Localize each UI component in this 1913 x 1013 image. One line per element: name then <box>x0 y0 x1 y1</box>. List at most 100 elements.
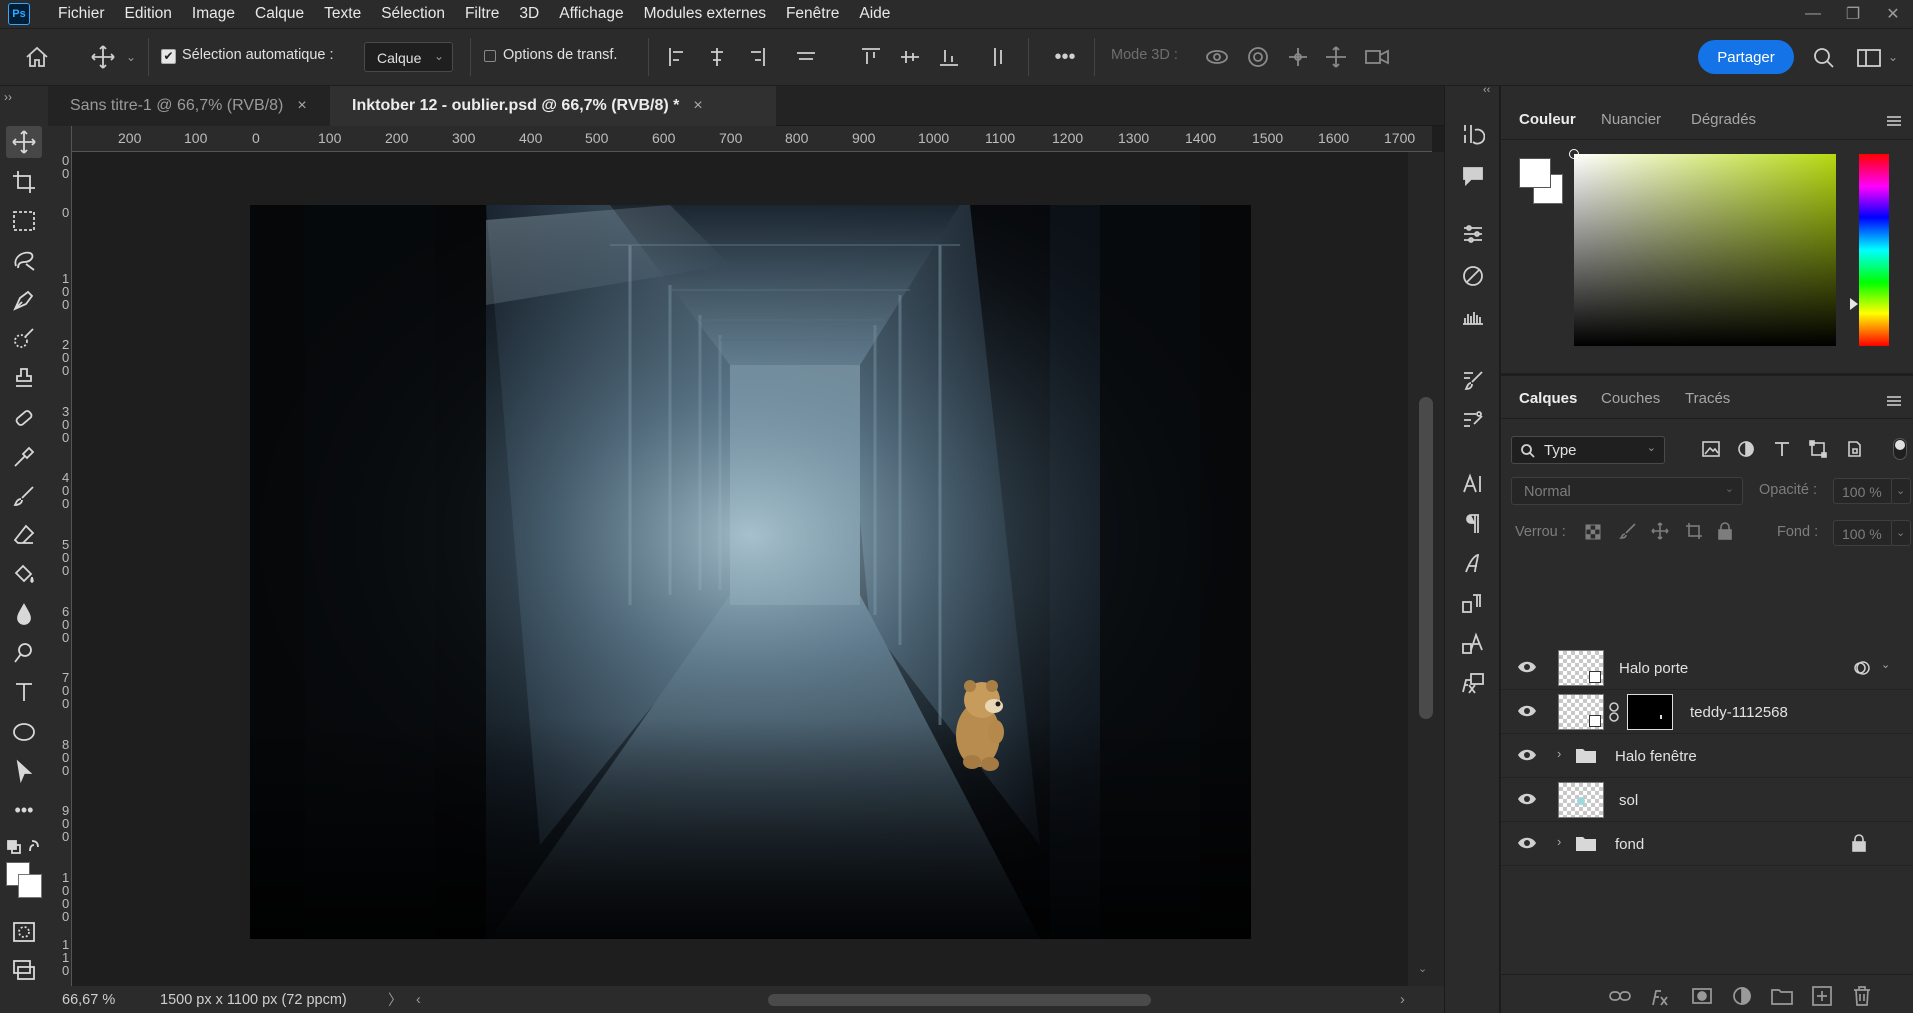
tab-couleur[interactable]: Couleur <box>1519 111 1576 128</box>
close-button[interactable]: ✕ <box>1873 0 1913 28</box>
layer-row-fond[interactable]: › fond <box>1501 822 1913 866</box>
layer-row-halo-porte[interactable]: Halo porte ⌄ <box>1501 646 1913 690</box>
fill-chevron-icon[interactable]: ⌄ <box>1891 520 1911 546</box>
vertical-scrollbar-thumb[interactable] <box>1419 397 1433 719</box>
align-top-icon[interactable] <box>858 44 884 70</box>
lasso-tool-icon[interactable] <box>6 244 42 276</box>
scroll-left-icon[interactable]: ‹ <box>416 992 421 1008</box>
align-vcenter-icon[interactable] <box>897 44 923 70</box>
layer-row-halo-fenetre[interactable]: › Halo fenêtre <box>1501 734 1913 778</box>
new-layer-icon[interactable] <box>1811 985 1833 1007</box>
quick-mask-icon[interactable] <box>6 916 42 948</box>
scale-3d-icon[interactable] <box>1362 44 1392 70</box>
canvas-area[interactable] <box>72 152 1408 986</box>
tab-nuancier[interactable]: Nuancier <box>1601 111 1661 128</box>
opacity-chevron-icon[interactable]: ⌄ <box>1891 478 1911 504</box>
layer-effects-expand-icon[interactable]: ⌄ <box>1881 658 1890 671</box>
brush-tool-icon[interactable] <box>6 480 42 512</box>
auto-select-checkbox[interactable]: ✔ <box>161 49 176 64</box>
move-tool-icon[interactable] <box>86 40 120 74</box>
move-tool-icon[interactable] <box>6 126 42 158</box>
link-layers-icon[interactable] <box>1609 985 1631 1007</box>
layer-name[interactable]: Halo fenêtre <box>1615 748 1697 765</box>
filter-adjustment-icon[interactable] <box>1737 440 1755 458</box>
filter-toggle[interactable] <box>1893 438 1907 460</box>
layer-mask-thumbnail[interactable] <box>1627 694 1673 730</box>
slide-3d-icon[interactable] <box>1322 44 1350 70</box>
hue-slider[interactable] <box>1859 154 1889 346</box>
group-expand-chevron-icon[interactable]: › <box>1557 834 1561 849</box>
hue-slider-marker[interactable] <box>1850 298 1858 310</box>
new-group-icon[interactable] <box>1771 985 1793 1007</box>
menu-fenetre[interactable]: Fenêtre <box>776 0 849 28</box>
add-layer-style-fx-icon[interactable] <box>1651 985 1673 1007</box>
paint-bucket-tool-icon[interactable] <box>6 558 42 590</box>
eye-icon[interactable] <box>1517 792 1537 806</box>
lock-pixels-icon[interactable] <box>1619 522 1637 540</box>
add-mask-icon[interactable] <box>1691 985 1713 1007</box>
layer-row-teddy[interactable]: teddy-1112568 <box>1501 690 1913 734</box>
align-left-icon[interactable] <box>665 44 691 70</box>
menu-image[interactable]: Image <box>182 0 245 28</box>
search-icon[interactable] <box>1810 44 1838 72</box>
mask-link-icon[interactable] <box>1609 702 1619 722</box>
filter-shape-icon[interactable] <box>1809 440 1827 458</box>
eraser-tool-icon[interactable] <box>6 519 42 551</box>
crop-tool-icon[interactable] <box>6 166 42 198</box>
document-canvas[interactable] <box>250 205 1251 939</box>
menu-3d[interactable]: 3D <box>509 0 549 28</box>
transform-controls-checkbox[interactable] <box>484 50 496 62</box>
quick-selection-tool-icon[interactable] <box>6 323 42 355</box>
eyedropper-tool-icon[interactable] <box>6 441 42 473</box>
tab-couches[interactable]: Couches <box>1601 390 1660 407</box>
menu-aide[interactable]: Aide <box>849 0 900 28</box>
menu-texte[interactable]: Texte <box>314 0 371 28</box>
layer-styles-fx-icon[interactable] <box>1457 668 1489 700</box>
lock-position-icon[interactable] <box>1651 522 1669 540</box>
tab-traces[interactable]: Tracés <box>1685 390 1730 407</box>
workspace-icon[interactable] <box>1854 44 1884 72</box>
auto-select-target-dropdown[interactable]: Calque ⌄ <box>364 42 453 72</box>
background-color-swatch[interactable] <box>18 874 42 898</box>
fill-field[interactable]: 100 % <box>1833 520 1893 546</box>
layer-name[interactable]: sol <box>1619 792 1638 809</box>
tab-sans-titre-1[interactable]: Sans titre-1 @ 66,7% (RVB/8) × <box>48 86 330 126</box>
adjustments-icon[interactable] <box>1457 260 1489 292</box>
tool-preset-chevron-icon[interactable]: ⌄ <box>124 50 138 64</box>
layer-effects-icon[interactable] <box>1853 659 1871 677</box>
eye-icon[interactable] <box>1517 660 1537 674</box>
eye-icon[interactable] <box>1517 748 1537 762</box>
menu-selection[interactable]: Sélection <box>371 0 455 28</box>
layer-row-sol[interactable]: sol <box>1501 778 1913 822</box>
healing-brush-tool-icon[interactable] <box>6 402 42 434</box>
delete-layer-icon[interactable] <box>1851 985 1873 1007</box>
dodge-tool-icon[interactable] <box>6 637 42 669</box>
distribute-horizontal-icon[interactable] <box>793 44 819 70</box>
close-tab-icon[interactable]: × <box>297 97 306 115</box>
ellipse-tool-icon[interactable] <box>6 716 42 748</box>
brushes-icon[interactable] <box>1457 364 1489 396</box>
group-expand-chevron-icon[interactable]: › <box>1557 746 1561 761</box>
orbit-3d-icon[interactable] <box>1203 44 1231 70</box>
default-colors-icon[interactable] <box>6 834 42 860</box>
menu-filtre[interactable]: Filtre <box>455 0 509 28</box>
toolbar-expand-icon[interactable]: ›› <box>0 86 48 126</box>
align-hcenter-icon[interactable] <box>704 44 730 70</box>
adjustments-sliders-icon[interactable] <box>1457 218 1489 250</box>
histogram-icon[interactable] <box>1457 300 1489 332</box>
marquee-tool-icon[interactable] <box>6 205 42 237</box>
menu-edition[interactable]: Edition <box>115 0 182 28</box>
layer-name[interactable]: fond <box>1615 836 1644 853</box>
tab-inktober-12[interactable]: Inktober 12 - oublier.psd @ 66,7% (RVB/8… <box>330 86 776 126</box>
distribute-vertical-icon[interactable] <box>986 44 1012 70</box>
roll-3d-icon[interactable] <box>1244 44 1272 70</box>
blend-mode-dropdown[interactable]: Normal ⌄ <box>1511 477 1743 505</box>
path-selection-tool-icon[interactable] <box>6 755 42 787</box>
horizontal-scrollbar-thumb[interactable] <box>768 994 1151 1006</box>
scroll-down-icon[interactable]: ⌄ <box>1418 962 1427 975</box>
eye-icon[interactable] <box>1517 836 1537 850</box>
glyphs-icon[interactable] <box>1457 548 1489 580</box>
menu-calque[interactable]: Calque <box>245 0 314 28</box>
tab-calques[interactable]: Calques <box>1519 390 1577 407</box>
pen-tool-icon[interactable] <box>6 284 42 316</box>
